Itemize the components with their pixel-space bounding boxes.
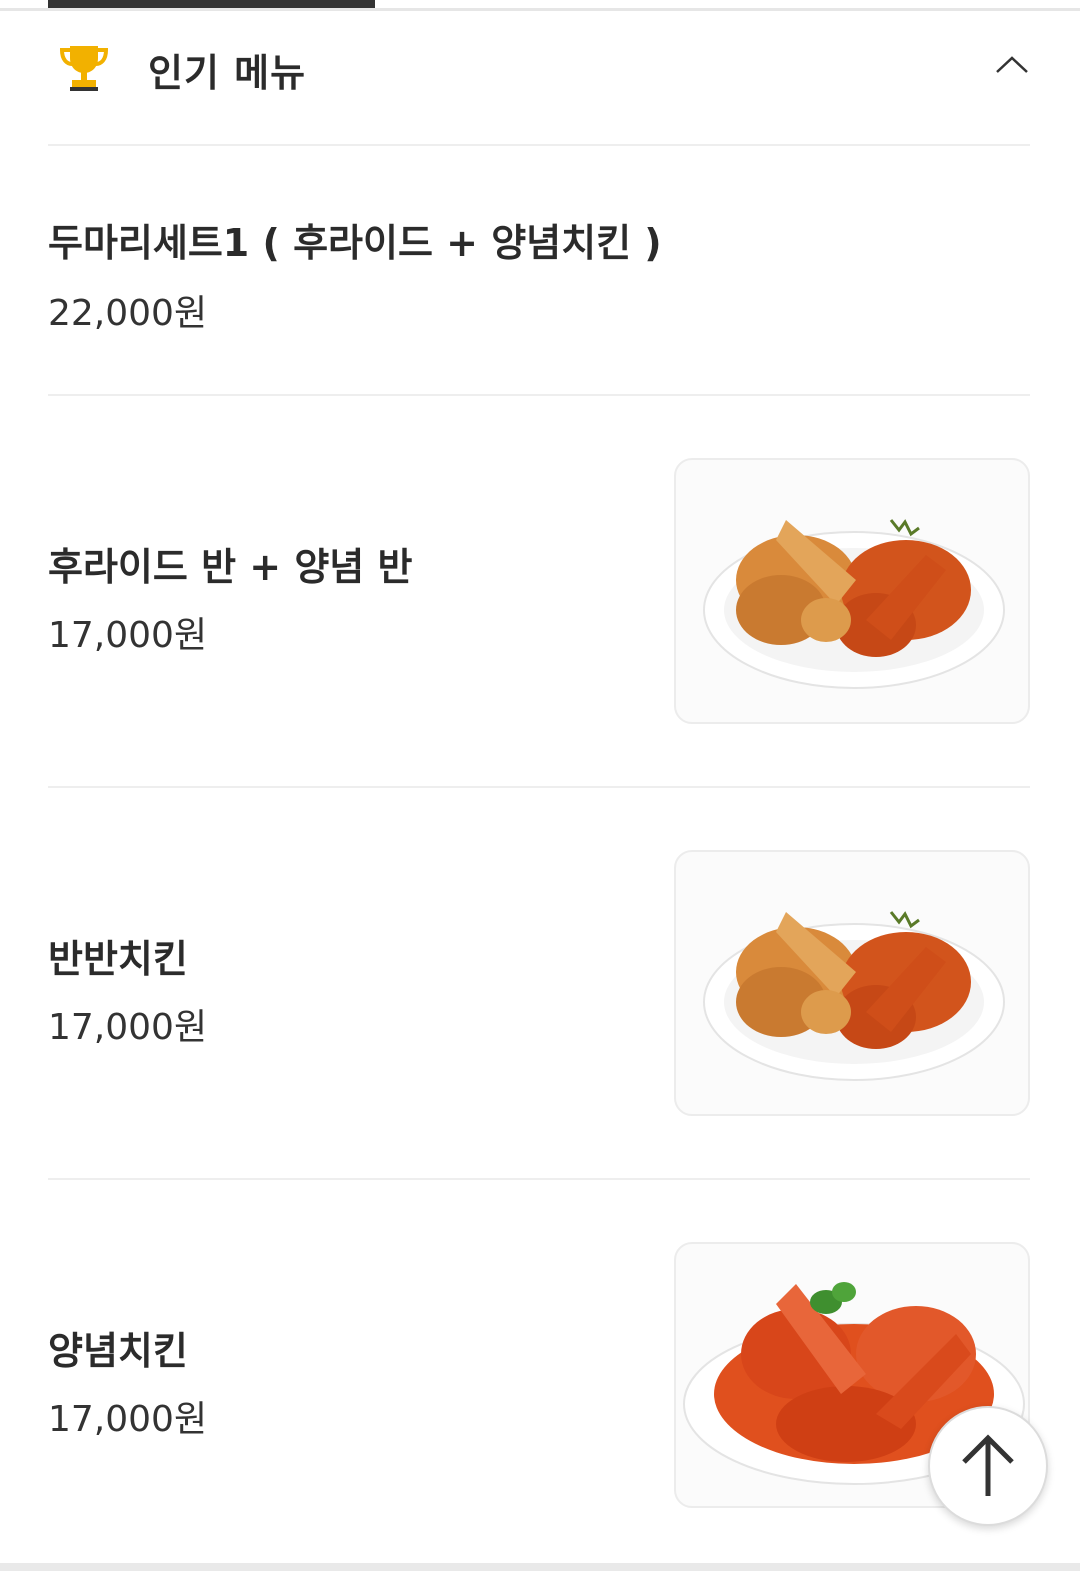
- item-name: 두마리세트1 ( 후라이드 + 양념치킨 ): [48, 221, 662, 265]
- section-title: 인기 메뉴: [148, 51, 307, 95]
- item-name: 후라이드 반 + 양념 반: [48, 545, 413, 589]
- menu-item[interactable]: 두마리세트1 ( 후라이드 + 양념치킨 ) 22,000원: [48, 146, 1030, 396]
- arrow-up-icon: [930, 1408, 1046, 1528]
- item-name: 반반치킨: [48, 937, 188, 981]
- item-price: 17,000원: [48, 1399, 208, 1440]
- menu-item[interactable]: 후라이드 반 + 양념 반 17,000원: [48, 396, 1030, 788]
- active-tab-indicator: [48, 0, 375, 8]
- item-name: 양념치킨: [48, 1329, 188, 1373]
- scroll-top-button[interactable]: [928, 1406, 1048, 1526]
- trophy-icon: [58, 42, 110, 94]
- item-price: 17,000원: [48, 615, 208, 656]
- menu-item[interactable]: 반반치킨 17,000원: [48, 788, 1030, 1180]
- item-price: 17,000원: [48, 1007, 208, 1048]
- menu-item[interactable]: 양념치킨 17,000원: [48, 1180, 1030, 1563]
- item-image[interactable]: [674, 850, 1030, 1116]
- item-price: 22,000원: [48, 293, 208, 334]
- item-image[interactable]: [674, 458, 1030, 724]
- bottom-divider: [0, 1563, 1080, 1571]
- top-divider: [0, 8, 1080, 11]
- popular-menu-header[interactable]: 인기 메뉴: [48, 12, 1030, 146]
- chevron-up-icon[interactable]: [994, 50, 1030, 78]
